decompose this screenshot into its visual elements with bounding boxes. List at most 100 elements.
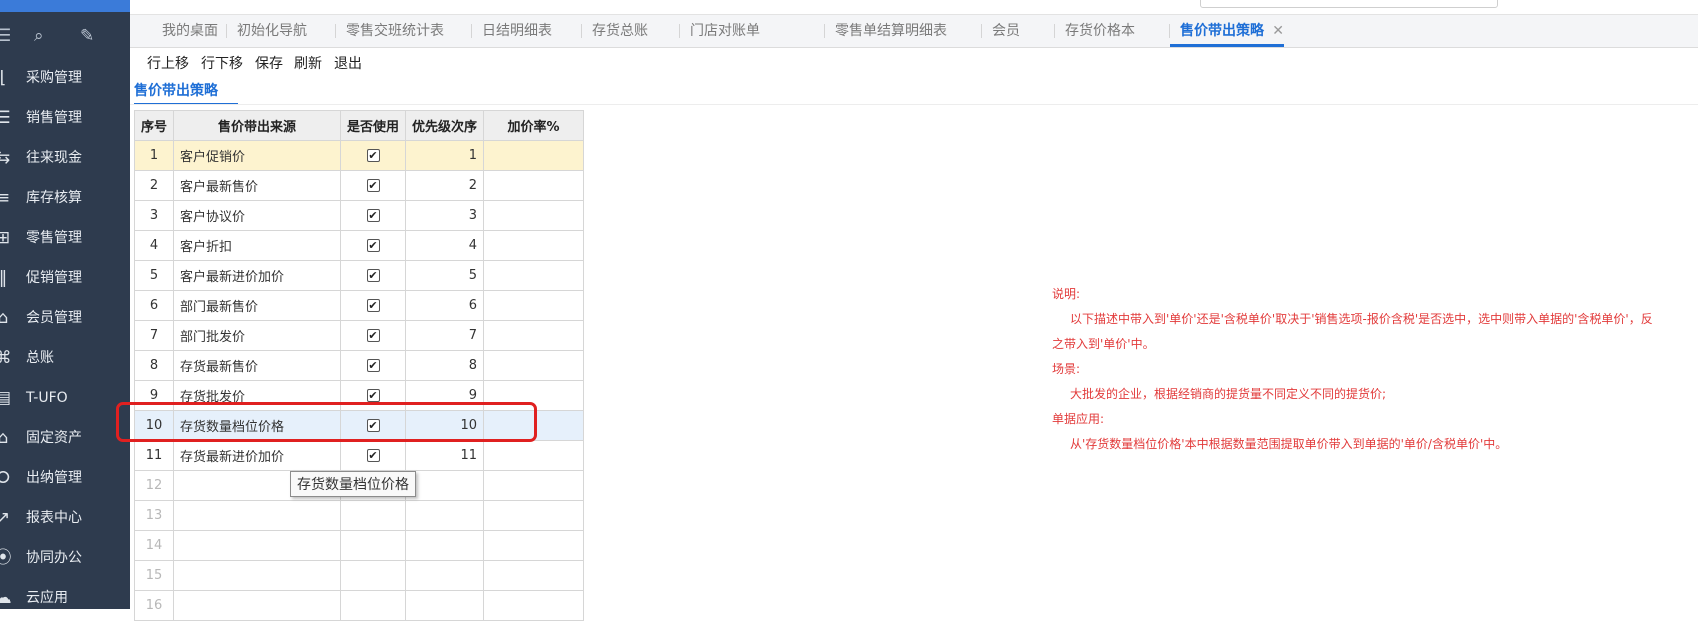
- cell-no[interactable]: 6: [133, 290, 175, 321]
- col-header-no[interactable]: 序号: [133, 110, 175, 141]
- cell-no[interactable]: 15: [133, 560, 175, 591]
- checkbox-icon[interactable]: ✔: [366, 179, 380, 192]
- cell-source[interactable]: 客户最新售价: [173, 170, 342, 201]
- cell-used[interactable]: ✔: [340, 350, 407, 381]
- cell-no[interactable]: 16: [133, 590, 175, 621]
- cell-source[interactable]: 部门批发价: [173, 320, 342, 351]
- tab-retail-shift-report[interactable]: 零售交班统计表: [335, 15, 444, 47]
- checkbox-icon[interactable]: ✔: [366, 209, 380, 222]
- tab-init-nav[interactable]: 初始化导航: [226, 15, 307, 47]
- refresh-button[interactable]: 刷新: [294, 53, 322, 73]
- cell-no[interactable]: 8: [133, 350, 175, 381]
- cell-markup[interactable]: [483, 530, 585, 561]
- checkbox-icon[interactable]: ✔: [366, 299, 380, 312]
- cell-markup[interactable]: [483, 230, 585, 261]
- checkbox-icon[interactable]: ✔: [366, 359, 380, 372]
- table-row[interactable]: 16: [133, 590, 585, 621]
- sidebar-item-5[interactable]: ‖ 促销管理: [0, 258, 130, 298]
- tab-price-strategy[interactable]: 售价带出策略 ✕: [1169, 15, 1284, 47]
- cell-used[interactable]: ✔: [340, 290, 407, 321]
- sidebar-item-11[interactable]: ↗ 报表中心: [0, 498, 130, 538]
- col-header-priority[interactable]: 优先级次序: [405, 110, 485, 141]
- cell-priority[interactable]: [405, 560, 485, 591]
- cell-priority[interactable]: 4: [405, 230, 485, 261]
- tab-retail-settlement[interactable]: 零售单结算明细表: [824, 15, 947, 47]
- cell-source[interactable]: [173, 500, 342, 531]
- sidebar-item-13[interactable]: ☁ 云应用: [0, 578, 130, 618]
- cell-markup[interactable]: [483, 470, 585, 501]
- cell-no[interactable]: 4: [133, 230, 175, 261]
- exit-button[interactable]: 退出: [334, 53, 362, 73]
- sidebar-item-1[interactable]: ☰ 销售管理: [0, 98, 130, 138]
- table-row[interactable]: 13: [133, 500, 585, 531]
- cell-priority[interactable]: 1: [405, 140, 485, 171]
- tab-inventory-price-book[interactable]: 存货价格本: [1054, 15, 1135, 47]
- cell-priority[interactable]: [405, 590, 485, 621]
- cell-no[interactable]: 12: [133, 470, 175, 501]
- cell-no[interactable]: 1: [133, 140, 175, 171]
- checkbox-icon[interactable]: ✔: [366, 329, 380, 342]
- move-row-down-button[interactable]: 行下移: [201, 53, 243, 73]
- col-header-source[interactable]: 售价带出来源: [173, 110, 342, 141]
- checkbox-icon[interactable]: ✔: [366, 239, 380, 252]
- cell-used[interactable]: ✔: [340, 230, 407, 261]
- sidebar-item-6[interactable]: ⌂ 会员管理: [0, 298, 130, 338]
- sidebar-item-0[interactable]: ⌊ 采购管理: [0, 58, 130, 98]
- cell-source[interactable]: 客户折扣: [173, 230, 342, 261]
- cell-source[interactable]: [173, 590, 342, 621]
- cell-markup[interactable]: [483, 260, 585, 291]
- cell-markup[interactable]: [483, 170, 585, 201]
- cell-no[interactable]: 14: [133, 530, 175, 561]
- tab-daily-detail[interactable]: 日结明细表: [471, 15, 552, 47]
- cell-no[interactable]: 3: [133, 200, 175, 231]
- table-row[interactable]: 15: [133, 560, 585, 591]
- cell-source[interactable]: [173, 560, 342, 591]
- table-row[interactable]: 14: [133, 530, 585, 561]
- cell-priority[interactable]: [405, 470, 485, 501]
- checkbox-icon[interactable]: ✔: [366, 389, 380, 402]
- table-row[interactable]: 6 部门最新售价 ✔ 6: [133, 290, 585, 321]
- section-tab[interactable]: 售价带出策略: [134, 80, 238, 105]
- cell-priority[interactable]: 7: [405, 320, 485, 351]
- cell-priority[interactable]: 3: [405, 200, 485, 231]
- cell-used[interactable]: ✔: [340, 200, 407, 231]
- sidebar-item-3[interactable]: ≡ 库存核算: [0, 178, 130, 218]
- cell-markup[interactable]: [483, 140, 585, 171]
- edit-icon[interactable]: ✎: [80, 26, 94, 46]
- cell-no[interactable]: 5: [133, 260, 175, 291]
- sidebar-item-4[interactable]: ⊞ 零售管理: [0, 218, 130, 258]
- cell-source[interactable]: 存货最新进价加价: [173, 440, 342, 471]
- cell-priority[interactable]: 5: [405, 260, 485, 291]
- cell-markup[interactable]: [483, 290, 585, 321]
- checkbox-icon[interactable]: ✔: [366, 149, 380, 162]
- table-row[interactable]: 2 客户最新售价 ✔ 2: [133, 170, 585, 201]
- cell-priority[interactable]: 6: [405, 290, 485, 321]
- search-icon[interactable]: ⌕: [34, 26, 44, 46]
- cell-source[interactable]: 客户协议价: [173, 200, 342, 231]
- table-row[interactable]: 1 客户促销价 ✔ 1: [133, 140, 585, 171]
- cell-markup[interactable]: [483, 200, 585, 231]
- cell-markup[interactable]: [483, 560, 585, 591]
- table-row[interactable]: 7 部门批发价 ✔ 7: [133, 320, 585, 351]
- cell-used[interactable]: [340, 530, 407, 561]
- cell-no[interactable]: 13: [133, 500, 175, 531]
- sidebar-item-9[interactable]: ⌂ 固定资产: [0, 418, 130, 458]
- sidebar-item-2[interactable]: ⇆ 往来现金: [0, 138, 130, 178]
- cell-used[interactable]: [340, 500, 407, 531]
- cell-markup[interactable]: [483, 440, 585, 471]
- sidebar-item-10[interactable]: ⭘ 出纳管理: [0, 458, 130, 498]
- cell-priority[interactable]: [405, 530, 485, 561]
- cell-markup[interactable]: [483, 320, 585, 351]
- close-icon[interactable]: ✕: [1272, 15, 1284, 47]
- global-search-input[interactable]: [1200, 0, 1498, 8]
- cell-markup[interactable]: [483, 500, 585, 531]
- cell-source[interactable]: 部门最新售价: [173, 290, 342, 321]
- table-row[interactable]: 8 存货最新售价 ✔ 8: [133, 350, 585, 381]
- cell-no[interactable]: 11: [133, 440, 175, 471]
- tab-member[interactable]: 会员: [981, 15, 1020, 47]
- cell-used[interactable]: ✔: [340, 440, 407, 471]
- sidebar-item-12[interactable]: ⦿ 协同办公: [0, 538, 130, 578]
- cell-source[interactable]: 客户促销价: [173, 140, 342, 171]
- menu-icon[interactable]: ☰: [0, 26, 11, 46]
- cell-priority[interactable]: 8: [405, 350, 485, 381]
